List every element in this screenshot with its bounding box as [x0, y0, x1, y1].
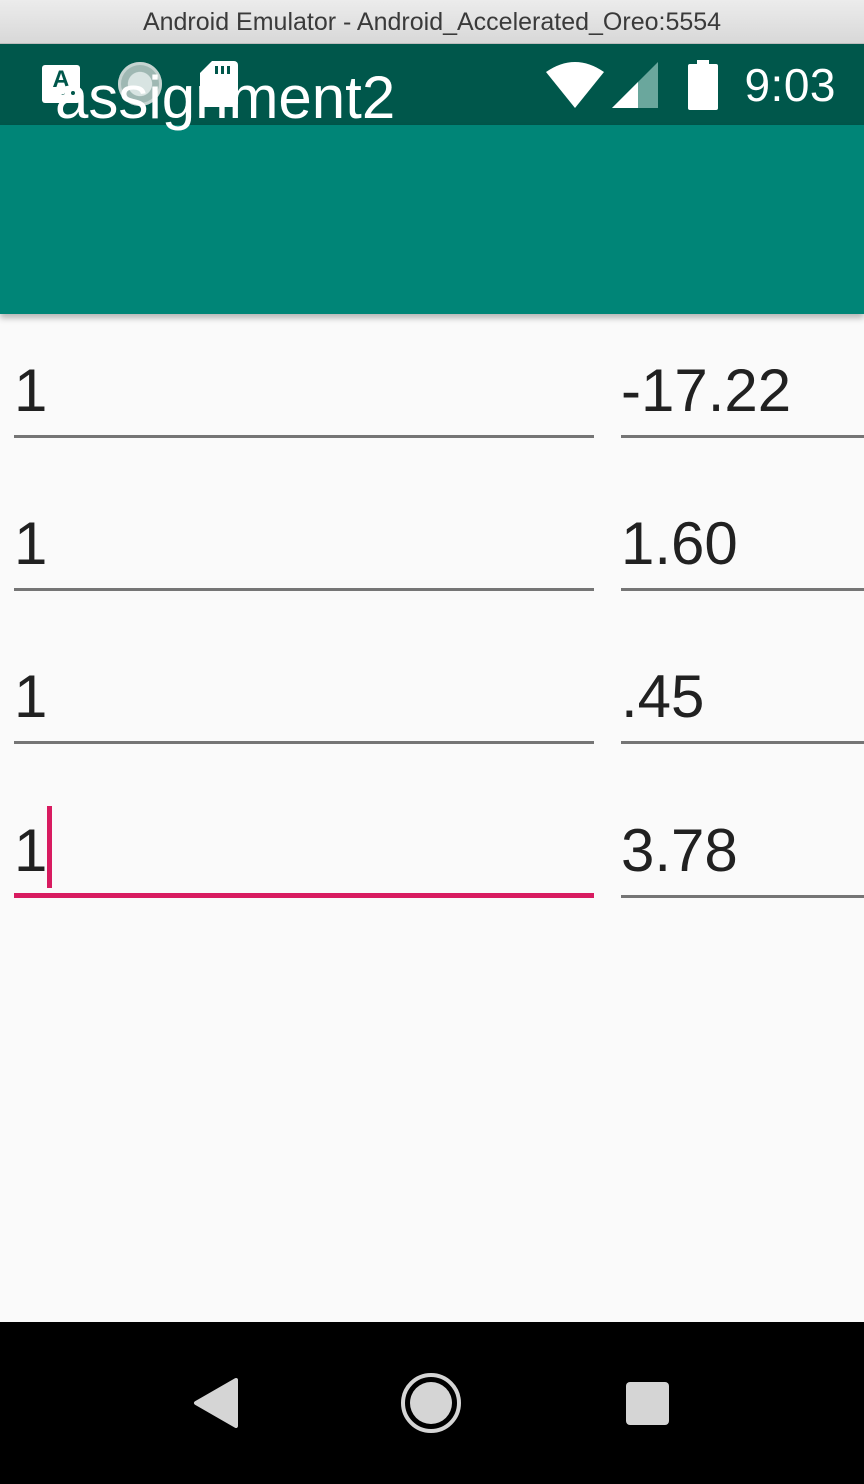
system-icons: 9:03 [546, 58, 836, 112]
row3-right-input[interactable]: .45 [621, 664, 864, 744]
input-underline [14, 588, 594, 591]
row1-left-input[interactable]: 1 [14, 358, 594, 438]
wifi-icon [546, 62, 605, 108]
row3-left-input[interactable]: 1 [14, 664, 594, 744]
row4-right-input[interactable]: 3.78 [621, 818, 864, 898]
battery-icon [688, 60, 719, 110]
row4-left-input[interactable]: 1 [14, 806, 594, 898]
input-underline [14, 435, 594, 438]
input-underline [621, 895, 864, 898]
row4-left-value: 1 [14, 817, 48, 884]
input-underline [621, 588, 864, 591]
row3-right-value: .45 [621, 663, 705, 730]
form-content: 1 -17.22 1 1.60 1 .45 1 3.78 [0, 314, 864, 1322]
row2-left-value: 1 [14, 510, 48, 577]
row1-right-input[interactable]: -17.22 [621, 358, 864, 438]
row2-left-input[interactable]: 1 [14, 511, 594, 591]
input-underline-focused [14, 893, 594, 898]
row2-right-value: 1.60 [621, 510, 738, 577]
row1-right-value: -17.22 [621, 357, 792, 424]
row1-left-value: 1 [14, 357, 48, 424]
text-cursor [47, 806, 52, 888]
input-underline [621, 741, 864, 744]
window-title: Android Emulator - Android_Accelerated_O… [0, 0, 864, 44]
recents-icon[interactable] [626, 1382, 669, 1425]
navigation-bar [0, 1322, 864, 1484]
emulator-frame: Android Emulator - Android_Accelerated_O… [0, 0, 864, 1484]
input-underline [621, 435, 864, 438]
home-icon[interactable] [400, 1372, 462, 1434]
row4-right-value: 3.78 [621, 817, 738, 884]
row3-left-value: 1 [14, 663, 48, 730]
app-title: assignment2 [55, 64, 396, 131]
row2-right-input[interactable]: 1.60 [621, 511, 864, 591]
status-time: 9:03 [744, 59, 836, 111]
app-bar: assignment2 [0, 64, 864, 314]
input-underline [14, 741, 594, 744]
back-icon[interactable] [192, 1378, 240, 1428]
cell-signal-icon [612, 62, 659, 108]
